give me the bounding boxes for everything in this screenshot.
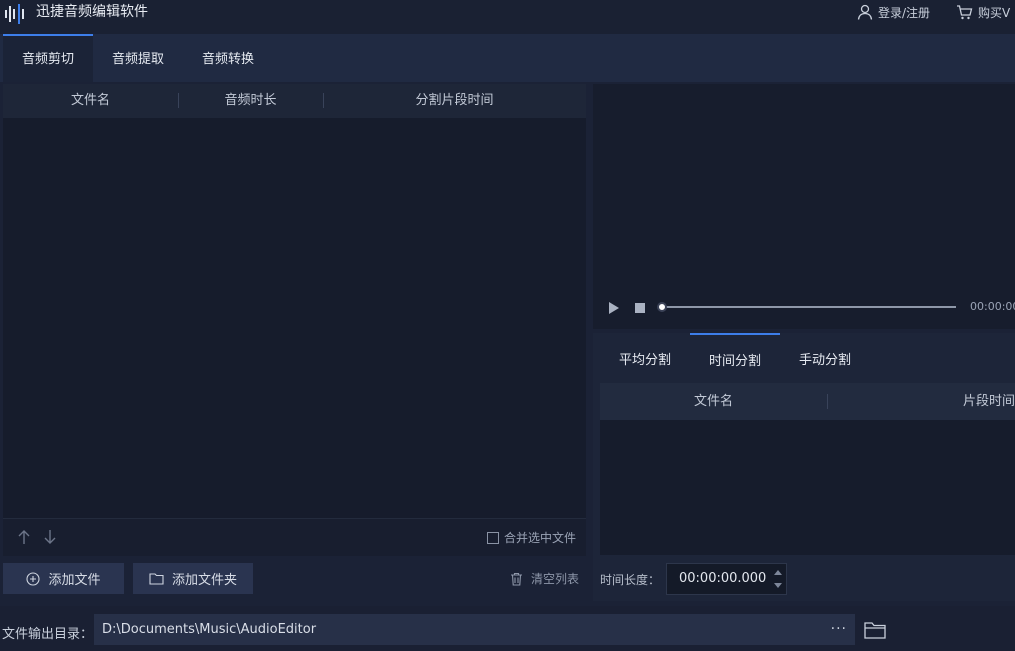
duration-value: 00:00:00.000: [679, 571, 767, 586]
add-folder-button[interactable]: 添加文件夹: [133, 563, 253, 594]
output-path-value: D:\Documents\Music\AudioEditor: [102, 622, 317, 637]
file-list-panel: 文件名 音频时长 分割片段时间 合并选中文件: [3, 84, 586, 556]
folder-icon: [149, 573, 164, 585]
login-label: 登录/注册: [878, 5, 931, 20]
spin-down-icon[interactable]: [774, 583, 782, 588]
tab-time-split[interactable]: 时间分割: [690, 333, 780, 383]
audio-preview-panel: 00:00:00: [593, 84, 1015, 329]
browse-more-icon[interactable]: ···: [831, 614, 847, 645]
duration-input[interactable]: 00:00:00.000: [666, 563, 787, 595]
playback-progress-handle[interactable]: [657, 302, 667, 312]
tab-audio-cut[interactable]: 音频剪切: [3, 34, 93, 82]
clear-list-label: 清空列表: [531, 572, 580, 586]
tab-average-split[interactable]: 平均分割: [600, 333, 690, 383]
add-file-button[interactable]: 添加文件: [3, 563, 124, 594]
tab-audio-extract[interactable]: 音频提取: [93, 34, 183, 82]
merge-checkbox[interactable]: [486, 531, 499, 544]
file-list-header: 文件名 音频时长 分割片段时间: [3, 84, 586, 118]
main-tab-bar: 音频剪切 音频提取 音频转换: [0, 34, 1015, 82]
duration-label: 时间长度：: [600, 573, 661, 587]
output-directory-label: 文件输出目录：: [2, 627, 94, 642]
buy-button[interactable]: 购买V: [956, 2, 1010, 22]
spin-up-icon[interactable]: [774, 570, 782, 575]
file-list-toolbar: 合并选中文件: [3, 518, 586, 556]
add-file-label: 添加文件: [48, 573, 101, 588]
column-segment-time[interactable]: 片段时间: [827, 383, 1015, 420]
output-directory-bar: 文件输出目录： D:\Documents\Music\AudioEditor ·…: [0, 606, 1015, 651]
app-logo-icon: [5, 4, 24, 24]
split-list: 文件名 片段时间: [600, 383, 1015, 555]
playback-progress-track[interactable]: [662, 306, 956, 308]
move-up-icon[interactable]: [17, 529, 31, 545]
clear-list-button[interactable]: 清空列表: [510, 570, 579, 587]
column-file-name[interactable]: 文件名: [3, 84, 178, 118]
output-path-field[interactable]: D:\Documents\Music\AudioEditor ···: [94, 614, 855, 645]
tab-manual-split[interactable]: 手动分割: [780, 333, 870, 383]
add-folder-label: 添加文件夹: [171, 573, 237, 588]
trash-icon: [511, 572, 522, 586]
column-file-name[interactable]: 文件名: [600, 383, 827, 420]
split-settings-panel: 平均分割 时间分割 手动分割 文件名 片段时间 时间长度： 00:00:00.0…: [593, 333, 1015, 601]
split-list-header: 文件名 片段时间: [600, 383, 1015, 420]
play-icon[interactable]: [608, 301, 620, 315]
title-bar: 迅捷音频编辑软件 登录/注册 购买V: [0, 0, 1015, 34]
login-button[interactable]: 登录/注册: [857, 2, 930, 22]
playback-time: 00:00:00: [970, 300, 1015, 313]
column-split-time[interactable]: 分割片段时间: [323, 84, 586, 118]
stop-icon[interactable]: [635, 303, 645, 313]
cart-icon: [957, 5, 973, 20]
merge-label: 合并选中文件: [503, 531, 576, 545]
tab-audio-convert[interactable]: 音频转换: [183, 34, 273, 82]
plus-circle-icon: [26, 571, 41, 586]
merge-selected-option[interactable]: 合并选中文件: [486, 529, 576, 546]
buy-label: 购买V: [978, 5, 1011, 20]
column-audio-duration[interactable]: 音频时长: [178, 84, 323, 118]
app-title: 迅捷音频编辑软件: [36, 4, 148, 20]
user-icon: [857, 4, 873, 20]
move-down-icon[interactable]: [43, 529, 57, 545]
open-folder-icon[interactable]: [864, 621, 886, 639]
